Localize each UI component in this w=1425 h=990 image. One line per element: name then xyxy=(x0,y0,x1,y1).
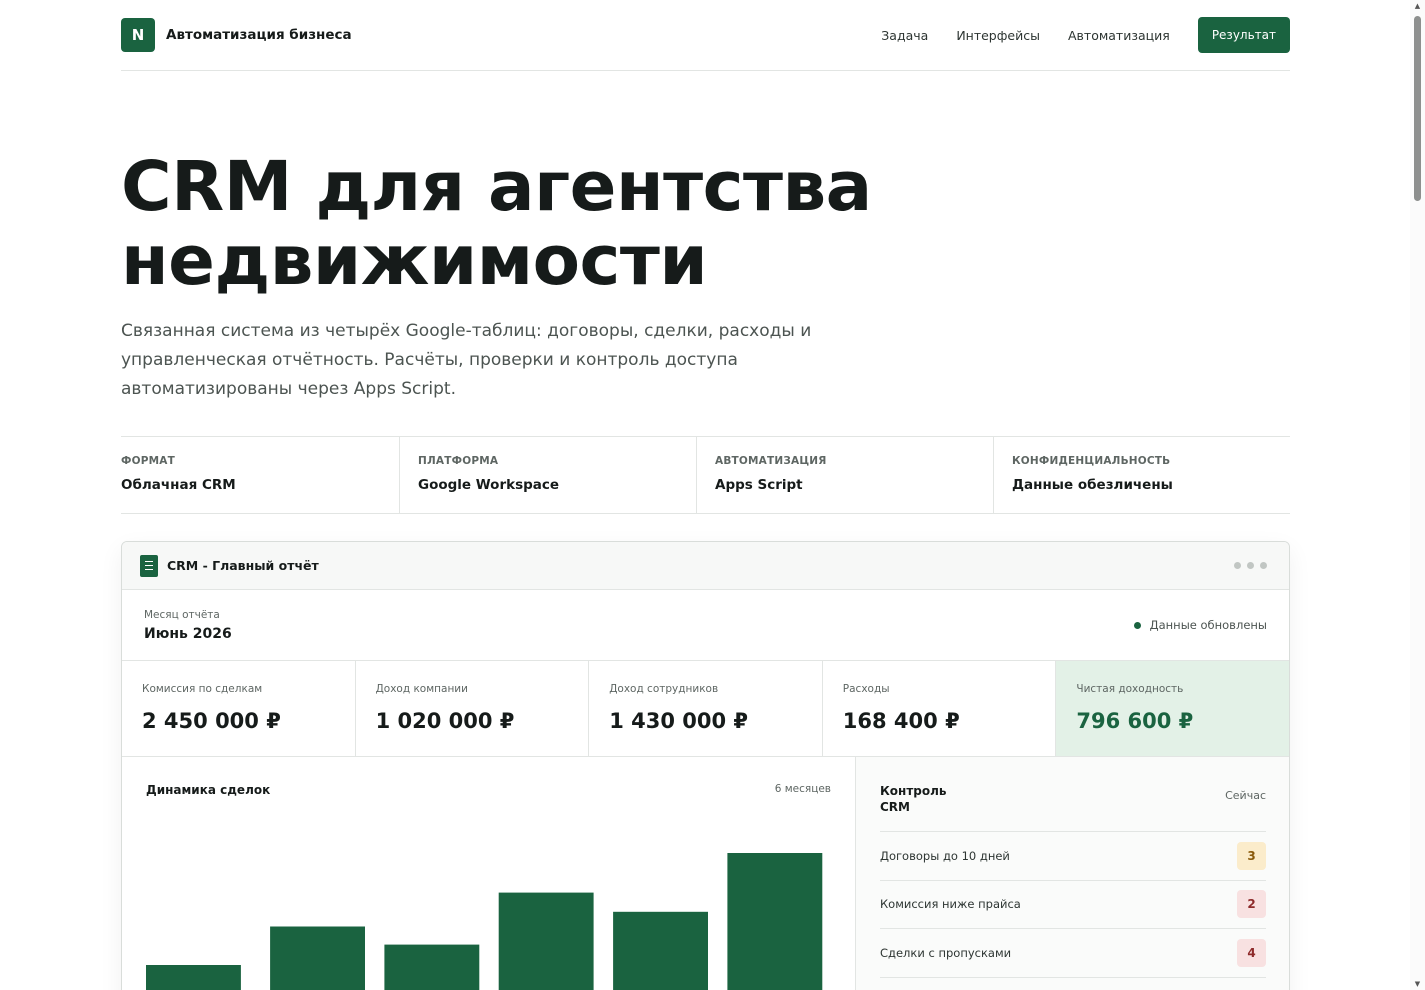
kpi-value: 168 400 ₽ xyxy=(842,709,960,733)
kpi-label: Доход сотрудников xyxy=(609,683,719,695)
fact-value: Облачная CRM xyxy=(121,477,236,493)
scrollbar-thumb[interactable] xyxy=(1414,16,1421,201)
control-row-label: Договоры до 10 дней xyxy=(880,848,1010,863)
kpi-value: 1 430 000 ₽ xyxy=(609,709,749,733)
spreadsheet-icon xyxy=(140,554,158,577)
main-nav: Задача Интерфейсы Автоматизация Результа… xyxy=(853,17,1290,53)
hero-subtitle: Связанная система из четырёх Google-табл… xyxy=(121,321,812,399)
control-row-label: Сделки с пропусками xyxy=(880,945,1012,960)
status-text: Данные обновлены xyxy=(1149,618,1267,632)
chart-bar-4 xyxy=(498,892,594,990)
kpi-net-profit: Чистая доходность 796 600 ₽ xyxy=(1056,661,1289,756)
control-note: Сейчас xyxy=(1225,789,1266,802)
fact-label: ПЛАТФОРМА xyxy=(418,455,499,467)
card-header: CRM - Главный отчёт xyxy=(122,542,1289,590)
kpi-company-income: Доход компании 1 020 000 ₽ xyxy=(356,661,590,756)
fact-label: ФОРМАТ xyxy=(121,455,175,467)
report-period-row: Месяц отчёта Июнь 2026 Данные обновлены xyxy=(122,590,1289,661)
fact-value: Apps Script xyxy=(715,477,803,493)
control-row[interactable]: Комиссия ниже прайса 2 xyxy=(880,881,1266,929)
chart-bar-1 xyxy=(146,965,241,990)
site-header: N Автоматизация бизнеса Задача Интерфейс… xyxy=(121,0,1290,71)
chart-bar-6 xyxy=(727,853,823,990)
kpi-value: 2 450 000 ₽ xyxy=(142,709,281,733)
count-badge: 4 xyxy=(1237,938,1266,967)
control-row[interactable]: Сделки с пропусками 4 xyxy=(880,929,1266,978)
kpi-label: Комиссия по сделкам xyxy=(142,683,263,695)
page-title: CRM для агентства недвижимости xyxy=(121,150,1290,298)
control-row[interactable]: Договоры до 10 дней 3 xyxy=(880,832,1266,881)
fact-confidentiality: КОНФИДЕНЦИАЛЬНОСТЬ Данные обезличены xyxy=(994,437,1290,513)
card-title: CRM - Главный отчёт xyxy=(167,558,319,573)
brand-logo: N xyxy=(121,18,155,52)
nav-link-task[interactable]: Задача xyxy=(881,28,928,43)
fact-value: Данные обезличены xyxy=(1012,477,1173,493)
fact-platform: ПЛАТФОРМА Google Workspace xyxy=(400,437,697,513)
kpi-expenses: Расходы 168 400 ₽ xyxy=(823,661,1057,756)
result-button[interactable]: Результат xyxy=(1197,17,1290,53)
scroll-up-arrow-icon[interactable]: ▲ xyxy=(1413,2,1422,10)
crm-report-card: CRM - Главный отчёт Месяц отчёта Июнь 20… xyxy=(121,541,1290,990)
control-row-label: Комиссия ниже прайса xyxy=(880,897,1021,912)
status-indicator: Данные обновлены xyxy=(1133,618,1267,632)
nav-link-automation[interactable]: Автоматизация xyxy=(1068,28,1170,43)
count-badge: 2 xyxy=(1237,890,1266,919)
title-line-2: недвижимости xyxy=(121,221,708,301)
facts-row: ФОРМАТ Облачная CRM ПЛАТФОРМА Google Wor… xyxy=(121,436,1290,514)
status-dot-icon xyxy=(1133,621,1141,629)
title-line-1: CRM для агентства xyxy=(121,147,872,227)
brand[interactable]: N Автоматизация бизнеса xyxy=(121,18,352,52)
more-options-icon[interactable] xyxy=(1234,562,1267,569)
chart-bar-2 xyxy=(270,926,365,990)
fact-label: АВТОМАТИЗАЦИЯ xyxy=(715,455,827,467)
fact-label: КОНФИДЕНЦИАЛЬНОСТЬ xyxy=(1012,455,1171,467)
control-title: Контроль CRM xyxy=(880,784,947,814)
kpi-commission: Комиссия по сделкам 2 450 000 ₽ xyxy=(122,661,356,756)
kpi-row: Комиссия по сделкам 2 450 000 ₽ Доход ко… xyxy=(122,661,1289,757)
fact-automation: АВТОМАТИЗАЦИЯ Apps Script xyxy=(697,437,994,513)
count-badge: 3 xyxy=(1237,841,1266,870)
scroll-down-arrow-icon[interactable]: ▼ xyxy=(1413,980,1422,988)
kpi-value: 1 020 000 ₽ xyxy=(375,709,515,733)
chart-bar-5 xyxy=(613,911,708,990)
page-scrollbar[interactable]: ▲ ▼ xyxy=(1410,0,1425,990)
kpi-label: Доход компании xyxy=(375,683,468,695)
kpi-label: Чистая доходность xyxy=(1076,683,1184,695)
card-lower: Динамика сделок 6 месяцев Контроль CRM С… xyxy=(122,757,1289,990)
kpi-employee-income: Доход сотрудников 1 430 000 ₽ xyxy=(589,661,823,756)
nav-link-interfaces[interactable]: Интерфейсы xyxy=(956,28,1040,43)
report-month-label: Месяц отчёта xyxy=(144,608,220,621)
deals-chart-panel: Динамика сделок 6 месяцев xyxy=(122,757,856,990)
report-month-value: Июнь 2026 xyxy=(144,625,232,642)
kpi-value: 796 600 ₽ xyxy=(1076,709,1194,733)
fact-format: ФОРМАТ Облачная CRM xyxy=(121,437,400,513)
brand-name: Автоматизация бизнеса xyxy=(166,27,352,43)
fact-value: Google Workspace xyxy=(418,477,560,493)
crm-control-panel: Контроль CRM Сейчас Договоры до 10 дней … xyxy=(856,757,1289,990)
chart-bar-3 xyxy=(384,944,480,990)
deals-bar-chart xyxy=(146,853,823,990)
kpi-label: Расходы xyxy=(842,683,890,695)
